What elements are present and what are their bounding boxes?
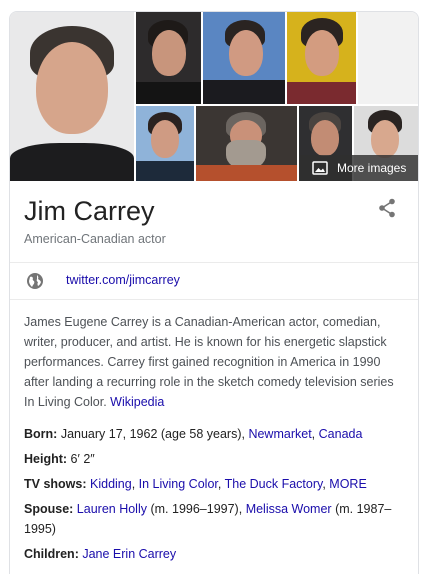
fact-height-label: Height: <box>24 452 68 466</box>
spouse-link[interactable]: Melissa Womer <box>246 502 332 516</box>
fact-tv-shows-label: TV shows: <box>24 477 87 491</box>
fact-children: Children: Jane Erin Carrey <box>24 544 404 564</box>
tv-show-link[interactable]: The Duck Factory <box>225 477 323 491</box>
fact-born-value: January 17, 1962 (age 58 years), <box>60 427 245 441</box>
fact-height: Height: 6′ 2″ <box>24 449 404 469</box>
entity-header: Jim Carrey American-Canadian actor <box>10 181 418 263</box>
born-separator: , <box>311 427 316 441</box>
gallery-image-3[interactable] <box>203 12 285 104</box>
spouse-link[interactable]: Lauren Holly <box>77 502 147 516</box>
born-place-link[interactable]: Newmarket <box>248 427 311 441</box>
tv-show-link[interactable]: In Living Color <box>139 477 218 491</box>
fact-tv-shows: TV shows: Kidding, In Living Color, The … <box>24 477 367 491</box>
image-icon <box>312 161 328 175</box>
description: James Eugene Carrey is a Canadian-Americ… <box>10 300 418 412</box>
born-country-link[interactable]: Canada <box>319 427 363 441</box>
facts-list: Born: January 17, 1962 (age 58 years), N… <box>10 424 418 564</box>
entity-subtitle: American-Canadian actor <box>24 232 166 246</box>
more-images-label: More images <box>337 161 407 175</box>
fact-born: Born: January 17, 1962 (age 58 years), N… <box>24 424 404 444</box>
tv-show-link[interactable]: Kidding <box>90 477 132 491</box>
tv-shows-more-link[interactable]: MORE <box>329 477 367 491</box>
wikipedia-link[interactable]: Wikipedia <box>110 395 164 409</box>
gallery-image-5[interactable] <box>358 12 418 104</box>
share-icon[interactable] <box>378 198 396 223</box>
gallery-image-7[interactable] <box>196 106 297 181</box>
more-images-button[interactable]: More images <box>300 155 418 181</box>
fact-children-label: Children: <box>24 547 79 561</box>
fact-born-label: Born: <box>24 427 58 441</box>
image-gallery: More images <box>10 12 418 181</box>
social-profile-row: twitter.com/jimcarrey <box>10 263 418 300</box>
gallery-image-4[interactable] <box>287 12 356 104</box>
fact-spouse-label: Spouse: <box>24 502 74 516</box>
gallery-image-6[interactable] <box>136 106 194 181</box>
entity-title: Jim Carrey <box>24 196 155 226</box>
globe-icon <box>27 273 43 289</box>
fact-spouse: Spouse: Lauren Holly (m. 1996–1997), Mel… <box>24 499 404 539</box>
fact-height-value: 6′ 2″ <box>70 452 95 466</box>
gallery-image-main[interactable] <box>10 12 134 181</box>
knowledge-panel: More images Jim Carrey American-Canadian… <box>9 11 419 574</box>
twitter-link[interactable]: twitter.com/jimcarrey <box>66 273 180 287</box>
gallery-image-2[interactable] <box>136 12 201 104</box>
description-text: James Eugene Carrey is a Canadian-Americ… <box>24 315 394 409</box>
child-link[interactable]: Jane Erin Carrey <box>82 547 176 561</box>
spouse-dates: (m. 1996–1997), <box>150 502 243 516</box>
